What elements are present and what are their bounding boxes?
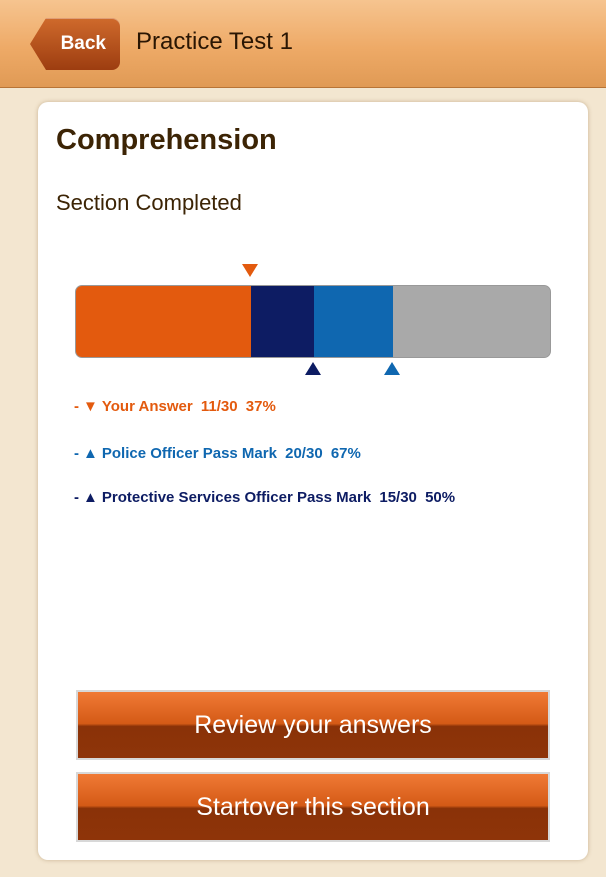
legend-percent: 67% bbox=[330, 445, 361, 462]
review-answers-label: Review your answers bbox=[194, 710, 432, 739]
legend-dash: - bbox=[74, 489, 79, 506]
legend-your-answer: - ▼ Your Answer 11/30 37% bbox=[74, 398, 280, 415]
police-pass-marker-icon bbox=[384, 362, 401, 375]
back-button[interactable]: Back bbox=[30, 18, 120, 70]
protective-pass-segment bbox=[250, 286, 314, 357]
up-triangle-icon: ▲ bbox=[83, 445, 98, 462]
section-status: Section Completed bbox=[56, 190, 242, 215]
your-answer-segment bbox=[76, 286, 251, 357]
legend-label: Police Officer Pass Mark bbox=[101, 445, 277, 462]
your-answer-marker-icon bbox=[241, 264, 258, 277]
legend-score: 20/30 bbox=[285, 445, 323, 462]
up-triangle-icon: ▲ bbox=[83, 489, 98, 506]
legend-label: Protective Services Officer Pass Mark bbox=[101, 489, 372, 506]
legend-dash: - bbox=[74, 398, 79, 415]
review-answers-button[interactable]: Review your answers bbox=[76, 690, 550, 760]
startover-section-label: Startover this section bbox=[196, 792, 430, 821]
score-progress-bar bbox=[75, 285, 551, 358]
protective-pass-marker-icon bbox=[305, 362, 321, 375]
legend-police-pass: - ▲ Police Officer Pass Mark 20/30 67% bbox=[74, 445, 365, 462]
down-triangle-icon: ▼ bbox=[83, 398, 98, 415]
legend-percent: 50% bbox=[425, 489, 456, 506]
back-button-label: Back bbox=[60, 33, 106, 54]
legend-label: Your Answer bbox=[101, 398, 193, 415]
legend-protective-pass: - ▲ Protective Services Officer Pass Mark … bbox=[74, 489, 459, 506]
nav-bar: Back Practice Test 1 bbox=[0, 0, 606, 88]
remaining-segment bbox=[393, 286, 550, 357]
legend-score: 15/30 bbox=[379, 489, 417, 506]
legend-dash: - bbox=[74, 445, 79, 462]
legend-percent: 37% bbox=[245, 398, 276, 415]
section-title: Comprehension bbox=[56, 124, 277, 156]
page-title: Practice Test 1 bbox=[136, 28, 293, 55]
startover-section-button[interactable]: Startover this section bbox=[76, 772, 550, 842]
police-pass-segment bbox=[313, 286, 394, 357]
legend-score: 11/30 bbox=[200, 398, 238, 415]
